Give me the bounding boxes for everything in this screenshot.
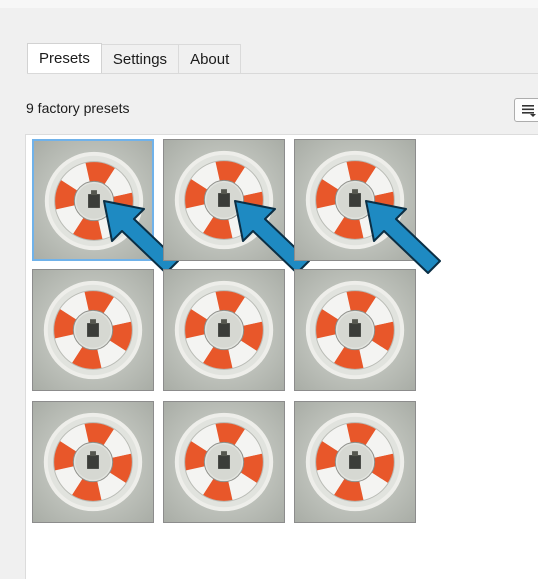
preset-thumbnail[interactable] bbox=[32, 401, 154, 523]
preset-thumbnail[interactable] bbox=[294, 401, 416, 523]
preset-grid bbox=[25, 134, 538, 579]
preset-thumbnail[interactable] bbox=[294, 269, 416, 391]
window-top-strip bbox=[0, 0, 538, 8]
preset-menu-button[interactable] bbox=[514, 98, 538, 122]
lifebuoy-image bbox=[295, 270, 415, 390]
preset-thumbnail[interactable] bbox=[163, 401, 285, 523]
lifebuoy-image bbox=[34, 141, 152, 259]
preset-thumbnail[interactable] bbox=[32, 139, 154, 261]
lifebuoy-image bbox=[33, 402, 153, 522]
tab-presets[interactable]: Presets bbox=[27, 43, 102, 74]
lifebuoy-image bbox=[164, 402, 284, 522]
preset-thumbnail[interactable] bbox=[294, 139, 416, 261]
lifebuoy-image bbox=[33, 270, 153, 390]
preset-thumbnail[interactable] bbox=[163, 139, 285, 261]
lifebuoy-image bbox=[295, 402, 415, 522]
preset-count-label: 9 factory presets bbox=[26, 100, 130, 116]
lifebuoy-image bbox=[164, 270, 284, 390]
tab-panel-border bbox=[27, 73, 538, 74]
preset-thumbnail[interactable] bbox=[32, 269, 154, 391]
preset-thumbnail[interactable] bbox=[163, 269, 285, 391]
list-menu-icon bbox=[522, 105, 536, 117]
lifebuoy-image bbox=[164, 140, 284, 260]
tab-about[interactable]: About bbox=[179, 44, 242, 73]
tab-settings[interactable]: Settings bbox=[101, 44, 180, 73]
tab-bar: Presets Settings About bbox=[27, 43, 242, 74]
lifebuoy-image bbox=[295, 140, 415, 260]
